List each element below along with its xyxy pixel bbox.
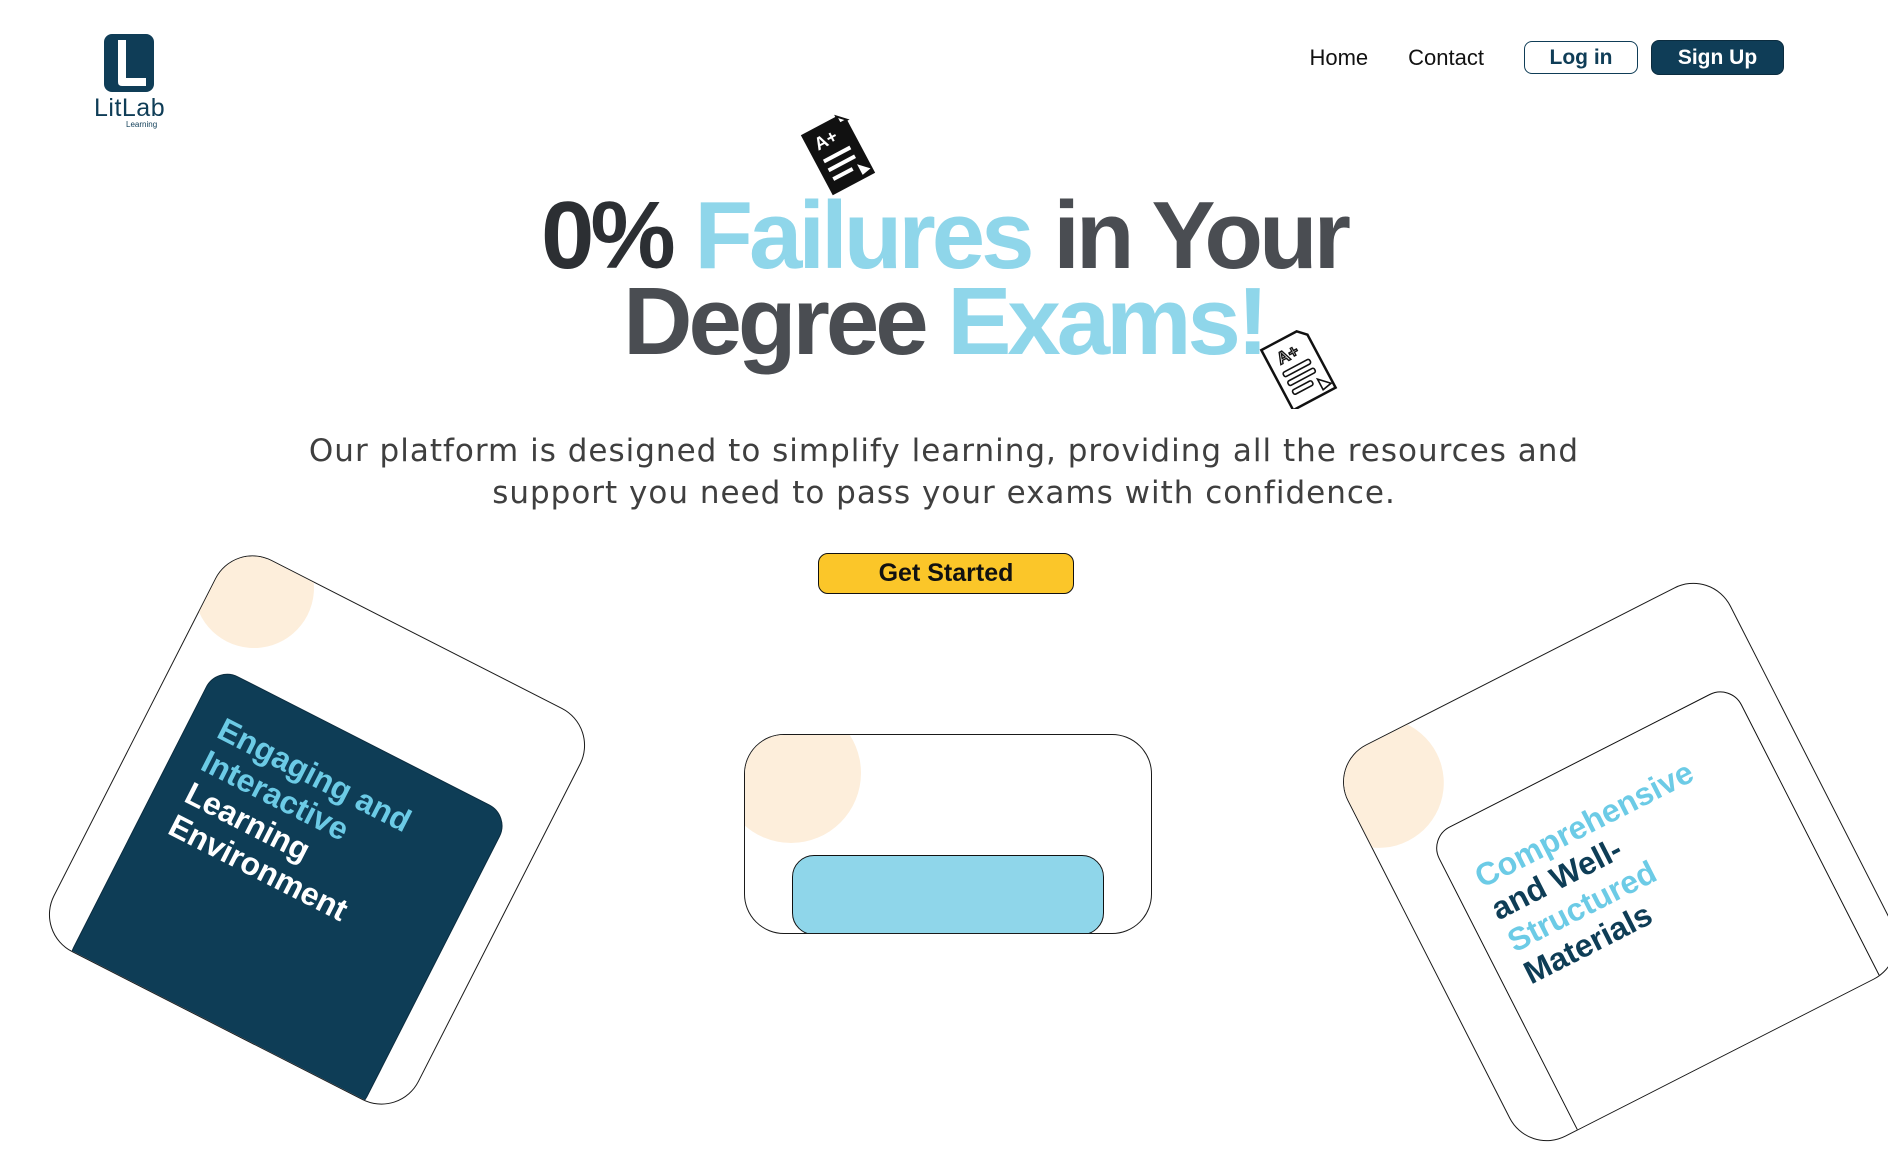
card-decoration-blob: [173, 540, 335, 669]
get-started-button[interactable]: Get Started: [818, 553, 1074, 594]
hero-description-line2: support you need to pass your exams with…: [492, 475, 1396, 511]
hero-title: 0% Failures in Your Degree Exams!: [0, 188, 1888, 370]
feature-card-engaging[interactable]: Engaging and Interactive Learning Enviro…: [34, 540, 600, 1120]
nav-home-link[interactable]: Home: [1309, 45, 1368, 71]
hero-description-line1: Our platform is designed to simplify lea…: [308, 433, 1580, 469]
login-button[interactable]: Log in: [1524, 41, 1638, 74]
feature-card-center[interactable]: [744, 734, 1152, 934]
logo-wordmark: LitLab: [94, 94, 166, 122]
hero-description: Our platform is designed to simplify lea…: [0, 430, 1888, 514]
feature-card-heading: Engaging and Interactive Learning Enviro…: [163, 711, 417, 935]
feature-card-panel: Engaging and Interactive Learning Enviro…: [62, 665, 511, 1119]
feature-card-panel: Comprehensive and Well- Structured Mater…: [1427, 683, 1888, 1156]
card-decoration-blob: [745, 735, 861, 843]
litlab-logo[interactable]: LitLab Learning: [94, 34, 166, 130]
logo-tagline: Learning: [126, 120, 158, 129]
feature-card-heading: Comprehensive and Well- Structured Mater…: [1469, 754, 1748, 991]
nav-contact-link[interactable]: Contact: [1408, 45, 1484, 71]
feature-card-comprehensive[interactable]: Comprehensive and Well- Structured Mater…: [1328, 568, 1888, 1156]
hero-title-degree: Degree: [623, 268, 928, 375]
signup-button[interactable]: Sign Up: [1651, 40, 1784, 75]
hero-title-exams: Exams!: [947, 268, 1269, 375]
top-nav: Home Contact Log in Sign Up: [1309, 40, 1784, 75]
logo-mark-icon: [104, 34, 154, 92]
feature-card-panel: [792, 855, 1104, 933]
